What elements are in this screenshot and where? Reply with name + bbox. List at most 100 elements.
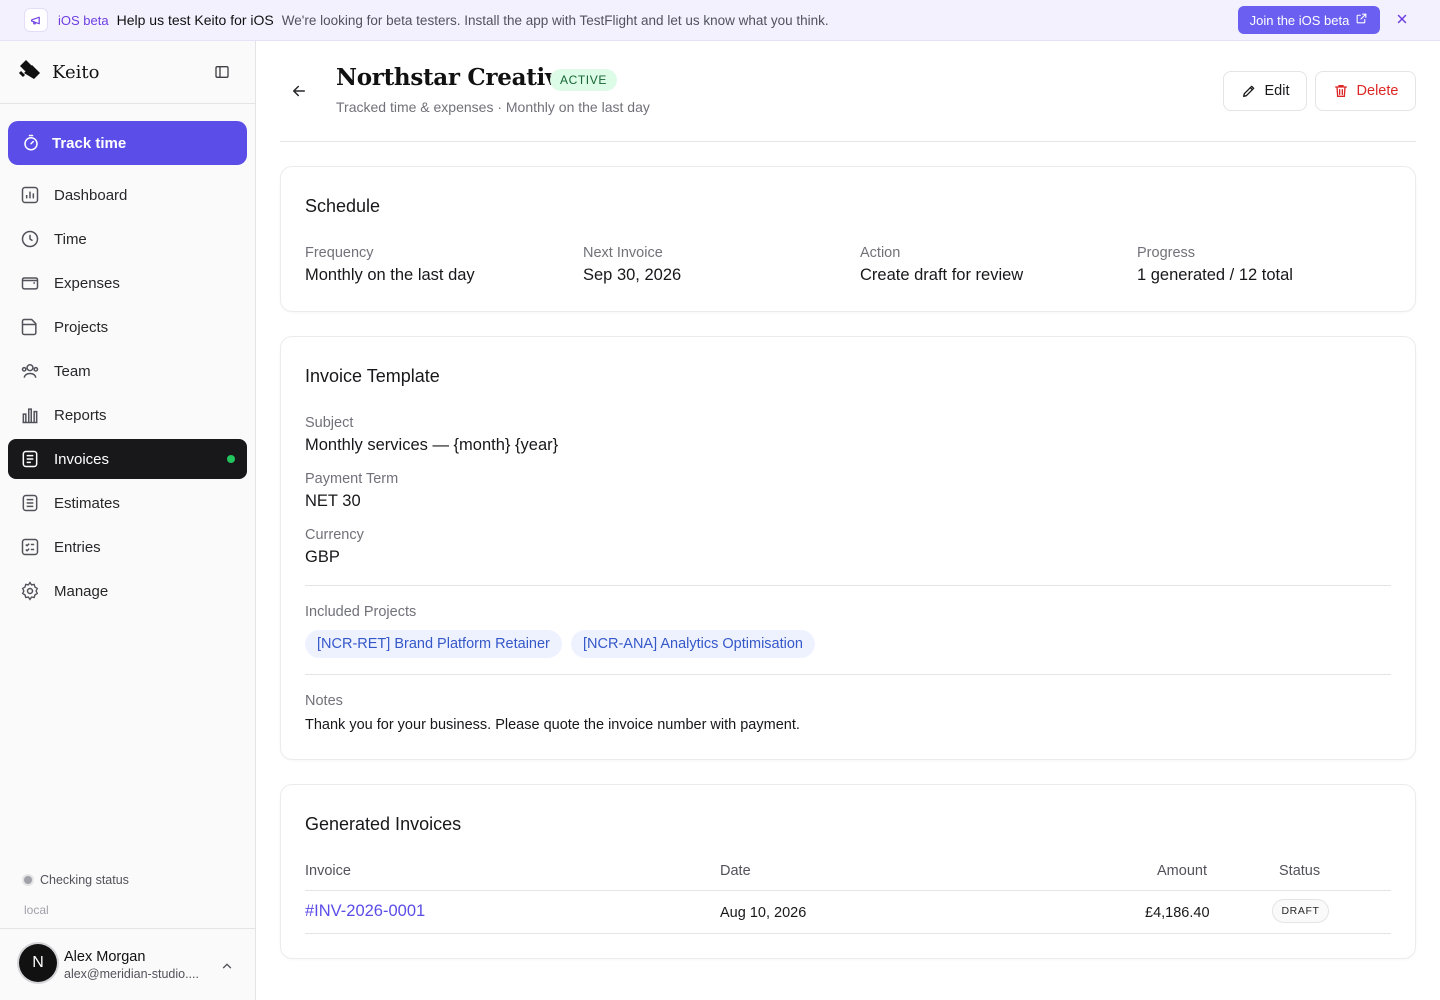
megaphone-icon xyxy=(24,8,48,32)
trash-icon xyxy=(1334,85,1347,97)
stopwatch-icon xyxy=(24,134,38,151)
sidebar-item-time[interactable]: Time xyxy=(8,219,247,259)
frequency-value: Monthly on the last day xyxy=(305,266,475,284)
column-header-amount: Amount xyxy=(1157,863,1207,879)
currency-label: Currency xyxy=(305,527,364,543)
delete-label: Delete xyxy=(1356,83,1399,99)
status-badge: DRAFT xyxy=(1272,899,1329,923)
header-divider xyxy=(280,141,1416,142)
environment-label: local xyxy=(24,903,49,917)
divider xyxy=(305,585,1391,586)
column-header-invoice: Invoice xyxy=(305,863,351,879)
sidebar-item-entries[interactable]: Entries xyxy=(8,527,247,567)
generated-invoices-card: Generated Invoices Invoice Date Amount S… xyxy=(280,784,1416,959)
column-header-status: Status xyxy=(1279,863,1321,879)
project-chip[interactable]: [NCR-ANA] Analytics Optimisation xyxy=(571,630,815,658)
sidebar-item-label: Estimates xyxy=(54,494,120,512)
back-arrow-icon[interactable] xyxy=(290,82,310,102)
team-icon xyxy=(21,364,39,378)
sidebar-item-estimates[interactable]: Estimates xyxy=(8,483,247,523)
sidebar-item-label: Invoices xyxy=(54,450,110,468)
notes-value: Thank you for your business. Please quot… xyxy=(305,717,800,733)
invoice-link[interactable]: #INV-2026-0001 xyxy=(305,902,425,921)
banner-title: Help us test Keito for iOS xyxy=(116,12,274,28)
table-header-divider xyxy=(305,890,1391,891)
chevron-up-icon xyxy=(220,959,234,978)
payment-term-label: Payment Term xyxy=(305,471,399,487)
schedule-title: Schedule xyxy=(305,196,381,216)
clock-icon xyxy=(21,230,39,248)
next-invoice-label: Next Invoice xyxy=(583,245,663,261)
sidebar-item-reports[interactable]: Reports xyxy=(8,395,247,435)
edit-label: Edit xyxy=(1264,83,1290,99)
invoice-icon xyxy=(22,450,38,468)
subject-label: Subject xyxy=(305,415,354,431)
active-indicator-dot xyxy=(227,455,235,463)
pencil-icon xyxy=(1242,85,1254,97)
status-text: Checking status xyxy=(40,873,129,887)
folder-icon xyxy=(21,318,37,336)
sidebar-item-label: Reports xyxy=(54,406,107,424)
sidebar-item-team[interactable]: Team xyxy=(8,351,247,391)
project-chip[interactable]: [NCR-RET] Brand Platform Retainer xyxy=(305,630,562,658)
bar-chart-icon xyxy=(22,408,38,424)
invoice-amount: £4,186.40 xyxy=(1145,905,1210,921)
sidebar-item-manage[interactable]: Manage xyxy=(8,571,247,611)
divider xyxy=(305,674,1391,675)
banner-tag: iOS beta xyxy=(58,12,109,28)
sidebar-item-label: Team xyxy=(54,362,91,380)
join-beta-button[interactable]: Join the iOS beta xyxy=(1238,6,1380,34)
table-row-divider xyxy=(305,933,1391,934)
generated-title: Generated Invoices xyxy=(305,814,462,834)
sidebar-nav: Dashboard Time Expenses Projects Team Re… xyxy=(8,175,247,615)
track-time-button[interactable]: Track time xyxy=(8,121,247,165)
user-name: Alex Morgan xyxy=(64,949,146,965)
sidebar-item-label: Dashboard xyxy=(54,186,128,204)
payment-term-value: NET 30 xyxy=(305,492,361,510)
notes-label: Notes xyxy=(305,693,343,709)
action-label: Action xyxy=(860,245,901,261)
join-beta-label: Join the iOS beta xyxy=(1249,12,1350,28)
currency-value: GBP xyxy=(305,548,340,566)
track-time-label: Track time xyxy=(52,134,127,152)
sidebar-item-expenses[interactable]: Expenses xyxy=(8,263,247,303)
included-projects-label: Included Projects xyxy=(305,604,417,620)
action-value: Create draft for review xyxy=(860,266,1024,284)
column-header-date: Date xyxy=(720,863,751,879)
entries-icon xyxy=(21,538,39,556)
next-invoice-value: Sep 30, 2026 xyxy=(583,266,682,284)
sidebar-item-projects[interactable]: Projects xyxy=(8,307,247,347)
close-banner-icon[interactable] xyxy=(1394,11,1410,27)
sidebar: Keito Track time Dashboard Time Expenses… xyxy=(0,41,256,1000)
status-dot xyxy=(24,876,32,884)
app-name: Keito xyxy=(52,61,100,83)
status-badge: ACTIVE xyxy=(550,69,617,91)
template-title: Invoice Template xyxy=(305,366,440,386)
avatar: N xyxy=(19,944,57,982)
frequency-label: Frequency xyxy=(305,245,374,261)
invoice-template-card: Invoice Template Subject Monthly service… xyxy=(280,336,1416,760)
keito-logo-icon[interactable] xyxy=(18,58,42,87)
subject-value: Monthly services — {month} {year} xyxy=(305,436,559,454)
progress-value: 1 generated / 12 total xyxy=(1137,266,1293,284)
edit-button[interactable]: Edit xyxy=(1223,71,1307,111)
sidebar-item-label: Entries xyxy=(54,538,101,556)
sidebar-item-dashboard[interactable]: Dashboard xyxy=(8,175,247,215)
sidebar-item-label: Expenses xyxy=(54,274,120,292)
connection-status: Checking status xyxy=(24,873,129,887)
gear-icon xyxy=(21,581,39,601)
list-icon xyxy=(22,494,38,512)
sidebar-item-invoices[interactable]: Invoices xyxy=(8,439,247,479)
user-menu[interactable]: N Alex Morgan alex@meridian-studio.... xyxy=(0,928,255,1000)
page-title: Northstar Creative xyxy=(336,64,573,91)
user-email: alex@meridian-studio.... xyxy=(64,967,199,981)
sidebar-item-label: Projects xyxy=(54,318,109,336)
delete-button[interactable]: Delete xyxy=(1315,71,1416,111)
chart-icon xyxy=(21,186,39,204)
sidebar-toggle-icon[interactable] xyxy=(214,64,232,82)
sidebar-item-label: Manage xyxy=(54,582,109,600)
sidebar-item-label: Time xyxy=(54,230,87,248)
progress-label: Progress xyxy=(1137,245,1196,261)
external-link-icon xyxy=(1355,12,1368,28)
schedule-card: Schedule Frequency Monthly on the last d… xyxy=(280,166,1416,312)
